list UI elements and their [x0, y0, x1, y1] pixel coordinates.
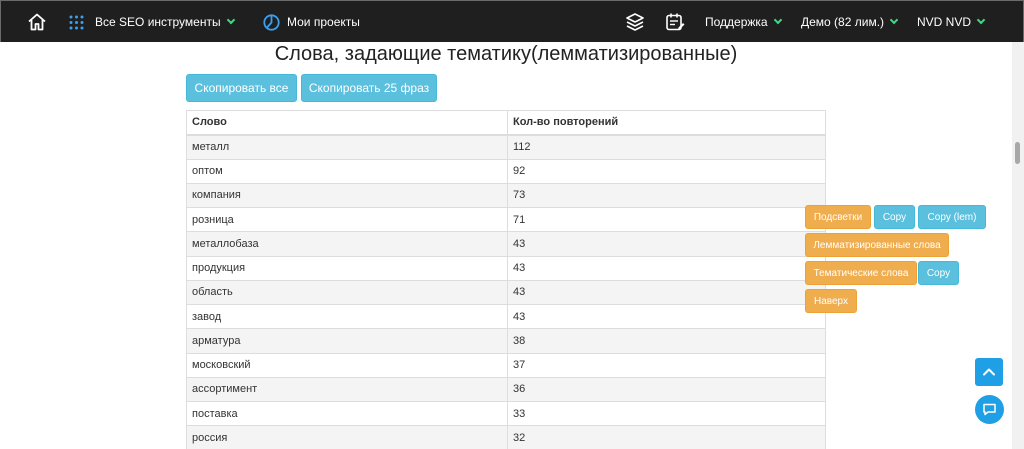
table-row: металлобаза 43	[186, 231, 826, 257]
chevron-down-icon	[889, 15, 899, 25]
word-cell: московский	[186, 352, 508, 378]
word-cell: россия	[186, 425, 508, 449]
scroll-up-button[interactable]	[975, 358, 1003, 386]
chevron-down-icon	[773, 15, 782, 25]
grid-icon	[69, 15, 84, 30]
word-cell: металлобаза	[186, 231, 508, 257]
copy-button[interactable]: Copy	[874, 205, 915, 229]
count-cell: 43	[507, 279, 826, 306]
word-cell: компания	[186, 182, 508, 209]
count-cell: 38	[507, 328, 826, 354]
copy-all-button[interactable]: Скопировать все	[186, 74, 297, 102]
count-cell: 32	[507, 425, 826, 449]
table-row: продукция 43	[186, 255, 826, 281]
column-header-count: Кол-во повторений	[507, 109, 826, 136]
word-cell: ассортимент	[186, 376, 508, 403]
chevron-up-icon	[982, 365, 996, 379]
to-top-button[interactable]: Наверх	[805, 289, 857, 313]
table-row: компания 73	[186, 182, 826, 209]
my-projects-label: Мои проекты	[287, 15, 360, 29]
layers-icon[interactable]	[625, 1, 645, 43]
scrollbar-thumb[interactable]	[1015, 142, 1020, 164]
words-table: Слово Кол-во повторений металл 112 оптом 9…	[186, 109, 826, 449]
count-cell: 37	[507, 352, 826, 378]
seo-tools-menu[interactable]: Все SEO инструменты	[69, 1, 235, 43]
chevron-down-icon	[226, 15, 235, 25]
chart-circle-icon	[263, 13, 280, 31]
support-label: Поддержка	[705, 15, 768, 29]
count-cell: 112	[507, 134, 826, 160]
word-cell: область	[186, 279, 508, 306]
word-cell: металл	[186, 134, 508, 160]
chat-bubble-icon	[982, 402, 997, 417]
my-projects-link[interactable]: Мои проекты	[263, 1, 360, 43]
top-navbar: Все SEO инструменты Мои проекты Поддержк…	[0, 0, 1024, 42]
word-cell: поставка	[186, 400, 508, 427]
table-row: завод 43	[186, 303, 826, 330]
table-row: поставка 33	[186, 400, 826, 427]
copy-25-phrases-button[interactable]: Скопировать 25 фраз	[301, 74, 437, 102]
table-row: оптом 92	[186, 158, 826, 184]
lemmatized-words-button[interactable]: Лемматизированные слова	[805, 233, 949, 257]
demo-label: Демо (82 лим.)	[801, 15, 885, 29]
user-label: NVD NVD	[917, 15, 972, 29]
copy-thematic-button[interactable]: Copy	[918, 261, 959, 285]
calendar-edit-icon[interactable]	[665, 1, 685, 43]
table-row: россия 32	[186, 425, 826, 449]
count-cell: 36	[507, 376, 826, 403]
word-cell: арматура	[186, 328, 508, 354]
table-row: ассортимент 36	[186, 376, 826, 403]
count-cell: 43	[507, 255, 826, 281]
column-header-word: Слово	[186, 109, 508, 136]
page-scrollbar[interactable]	[1012, 42, 1024, 449]
chat-button[interactable]	[975, 395, 1004, 424]
table-row: арматура 38	[186, 328, 826, 354]
table-row: московский 37	[186, 352, 826, 378]
chevron-down-icon	[976, 15, 986, 25]
seo-tools-label: Все SEO инструменты	[95, 15, 221, 29]
word-cell: оптом	[186, 158, 508, 184]
table-row: розница 71	[186, 206, 826, 233]
demo-menu[interactable]: Демо (82 лим.)	[801, 1, 899, 43]
count-cell: 73	[507, 182, 826, 209]
page-title: Слова, задающие тематику(лемматизированн…	[274, 43, 738, 65]
count-cell: 43	[507, 231, 826, 257]
count-cell: 71	[507, 206, 826, 233]
table-header-row: Слово Кол-во повторений	[186, 109, 826, 136]
highlights-button[interactable]: Подсветки	[805, 205, 871, 229]
table-row: металл 112	[186, 134, 826, 160]
thematic-words-button[interactable]: Тематические слова	[805, 261, 917, 285]
count-cell: 33	[507, 400, 826, 427]
count-cell: 92	[507, 158, 826, 184]
word-cell: завод	[186, 303, 508, 330]
count-cell: 43	[507, 303, 826, 330]
copy-lem-button[interactable]: Copy (lem)	[918, 205, 986, 229]
word-cell: розница	[186, 206, 508, 233]
word-cell: продукция	[186, 255, 508, 281]
support-menu[interactable]: Поддержка	[705, 1, 782, 43]
user-menu[interactable]: NVD NVD	[917, 1, 986, 43]
table-row: область 43	[186, 279, 826, 306]
home-icon[interactable]	[27, 1, 47, 43]
